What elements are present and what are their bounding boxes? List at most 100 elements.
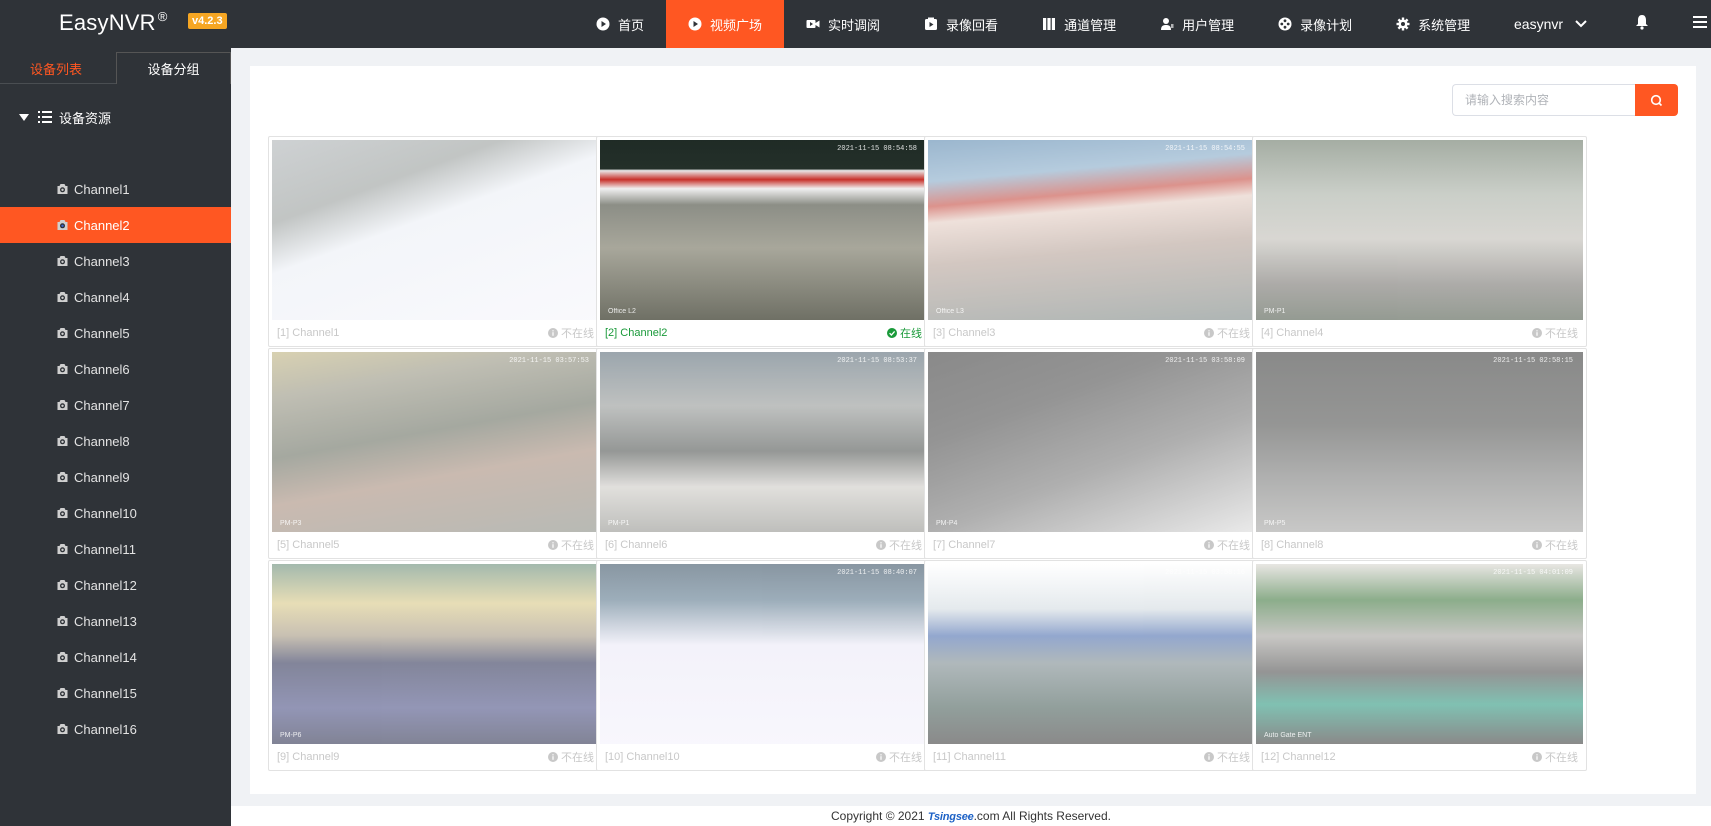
video-thumbnail[interactable]: 2021-11-15 03:58:09 PM-P4 <box>928 352 1255 532</box>
video-card[interactable]: 2021-11-15 08:40:07 [10] Channel10 不在线 <box>596 560 931 771</box>
camera-icon <box>57 544 68 554</box>
sidebar-item-channel[interactable]: Channel15 <box>0 675 231 711</box>
nav-item-3[interactable]: 录像回看 <box>902 0 1020 48</box>
sidebar-item-channel[interactable]: Channel10 <box>0 495 231 531</box>
video-thumbnail[interactable]: 2021-11-15 03:57:53 PM-P3 <box>272 352 599 532</box>
video-card[interactable]: PM-P6 [9] Channel9 不在线 <box>268 560 603 771</box>
video-osd-label: Office L2 <box>608 308 636 315</box>
nav-item-label: 录像回看 <box>946 17 999 33</box>
nav-item-5[interactable]: 用户管理 <box>1138 0 1256 48</box>
tree-root-device-resources[interactable]: 设备资源 <box>19 108 111 126</box>
nav-item-2[interactable]: 实时调阅 <box>784 0 902 48</box>
sidebar-item-channel[interactable]: Channel7 <box>0 387 231 423</box>
sidebar-item-channel[interactable]: Channel16 <box>0 711 231 747</box>
sidebar-item-channel[interactable]: Channel1 <box>0 171 231 207</box>
sidebar-item-channel[interactable]: Channel14 <box>0 639 231 675</box>
info-circle-icon <box>876 752 886 762</box>
user-name: easynvr <box>1514 16 1564 32</box>
camera-icon <box>57 364 68 374</box>
hamburger-menu-icon[interactable] <box>1693 16 1707 28</box>
nav-item-4[interactable]: 通道管理 <box>1020 0 1138 48</box>
video-card[interactable]: 2021-11-15 03:58:16 [11] Channel11 不在线 <box>924 560 1259 771</box>
camera-icon <box>57 436 68 446</box>
video-thumbnail[interactable]: 2021-11-15 08:54:58 Office L2 <box>600 140 927 320</box>
video-card[interactable]: 2021-11-15 03:57:53 PM-P3 [5] Channel5 不在线 <box>268 348 603 559</box>
channel-name: [2] Channel2 <box>605 327 668 339</box>
search-input[interactable] <box>1452 84 1635 116</box>
sidebar-item-channel[interactable]: Channel8 <box>0 423 231 459</box>
video-thumbnail[interactable]: 2021-11-15 08:53:37 PM-P1 <box>600 352 927 532</box>
channel-label: Channel9 <box>74 469 130 485</box>
tab-device-group[interactable]: 设备分组 <box>116 52 231 84</box>
camera-icon <box>57 220 68 230</box>
check-circle-icon <box>887 328 897 338</box>
status-badge: 不在线 <box>1532 325 1578 341</box>
video-card[interactable]: PM-P1 [4] Channel4 不在线 <box>1252 136 1587 347</box>
video-card[interactable]: 2021-11-15 08:54:58 Office L2 [2] Channel2… <box>596 136 931 347</box>
channel-label: Channel3 <box>74 253 130 269</box>
video-thumbnail[interactable]: 2021-11-15 02:58:15 PM-P5 <box>1256 352 1583 532</box>
sidebar-item-channel[interactable]: Channel11 <box>0 531 231 567</box>
nav-item-label: 实时调阅 <box>828 17 881 33</box>
nav-item-0[interactable]: 首页 <box>574 0 666 48</box>
card-caption: [9] Channel9 不在线 <box>277 750 594 764</box>
video-timestamp: 2021-11-15 03:58:09 <box>1165 357 1245 365</box>
status-label: 不在线 <box>1545 540 1578 552</box>
status-badge: 不在线 <box>876 749 922 765</box>
video-card[interactable]: 2021-11-15 02:58:15 PM-P5 [8] Channel8 不在线 <box>1252 348 1587 559</box>
video-card[interactable]: 2021-11-15 08:53:37 PM-P1 [6] Channel6 不在线 <box>596 348 931 559</box>
sidebar-item-channel[interactable]: Channel2 <box>0 207 231 243</box>
status-label: 不在线 <box>561 540 594 552</box>
sidebar-item-channel[interactable]: Channel12 <box>0 567 231 603</box>
channel-label: Channel2 <box>74 217 130 233</box>
top-bar: EasyNVR ® v4.2.3 首页 视频广场 实时调阅 录像回看 通道管理 用户管理 录像… <box>0 0 1711 48</box>
camera-icon <box>57 292 68 302</box>
sidebar-item-channel[interactable]: Channel4 <box>0 279 231 315</box>
video-thumbnail[interactable]: PM-P1 <box>1256 140 1583 320</box>
status-badge: 不在线 <box>548 537 594 553</box>
video-thumbnail[interactable]: 2021-11-15 08:54:55 Office L3 <box>928 140 1255 320</box>
nav-item-1[interactable]: 视频广场 <box>666 0 785 48</box>
tab-device-list[interactable]: 设备列表 <box>0 52 112 84</box>
caret-down-icon[interactable] <box>19 113 29 121</box>
search-button[interactable] <box>1635 84 1678 116</box>
video-camera-icon <box>806 17 820 31</box>
video-card[interactable]: 2021-11-15 08:54:55 Office L3 [3] Channel3… <box>924 136 1259 347</box>
app-logo[interactable]: EasyNVR ® <box>59 9 168 36</box>
tree-root-label: 设备资源 <box>59 110 112 126</box>
video-thumbnail[interactable]: 2021-11-15 08:40:07 <box>600 564 927 744</box>
sidebar-item-channel[interactable]: Channel3 <box>0 243 231 279</box>
video-card[interactable]: 2021-11-15 04:01:09 Auto Gate ENT [12] Cha… <box>1252 560 1587 771</box>
sidebar-item-channel[interactable]: Channel6 <box>0 351 231 387</box>
sidebar-item-channel[interactable]: Channel9 <box>0 459 231 495</box>
nav-item-7[interactable]: 系统管理 <box>1374 0 1492 48</box>
nav-item-6[interactable]: 录像计划 <box>1256 0 1374 48</box>
channel-label: Channel1 <box>74 181 130 197</box>
main-nav: 首页 视频广场 实时调阅 录像回看 通道管理 用户管理 录像计划 系统管理 <box>574 0 1492 48</box>
status-badge: 不在线 <box>548 325 594 341</box>
status-badge: 不在线 <box>1204 325 1250 341</box>
camera-icon <box>57 472 68 482</box>
info-circle-icon <box>1204 540 1214 550</box>
card-caption: [5] Channel5 不在线 <box>277 538 594 552</box>
sidebar-item-channel[interactable]: Channel5 <box>0 315 231 351</box>
video-thumbnail[interactable]: PM-P6 <box>272 564 599 744</box>
video-card[interactable]: [1] Channel1 不在线 <box>268 136 603 347</box>
video-thumbnail[interactable]: 2021-11-15 04:01:09 Auto Gate ENT <box>1256 564 1583 744</box>
info-circle-icon <box>1532 328 1542 338</box>
bell-icon[interactable] <box>1635 14 1649 30</box>
video-thumbnail[interactable] <box>272 140 599 320</box>
sidebar-tabs: 设备列表 设备分组 <box>0 52 231 84</box>
video-card[interactable]: 2021-11-15 03:58:09 PM-P4 [7] Channel7 不在线 <box>924 348 1259 559</box>
camera-icon <box>57 688 68 698</box>
nav-item-label: 首页 <box>618 17 645 33</box>
user-menu[interactable]: easynvr <box>1514 0 1587 48</box>
status-badge: 不在线 <box>1532 537 1578 553</box>
sidebar-item-channel[interactable]: Channel13 <box>0 603 231 639</box>
channel-label: Channel7 <box>74 397 130 413</box>
channel-name: [1] Channel1 <box>277 327 340 339</box>
video-thumbnail[interactable]: 2021-11-15 03:58:16 <box>928 564 1255 744</box>
info-circle-icon <box>1204 752 1214 762</box>
channel-name: [11] Channel11 <box>933 751 1006 763</box>
video-timestamp: 2021-11-15 04:01:09 <box>1493 569 1573 577</box>
